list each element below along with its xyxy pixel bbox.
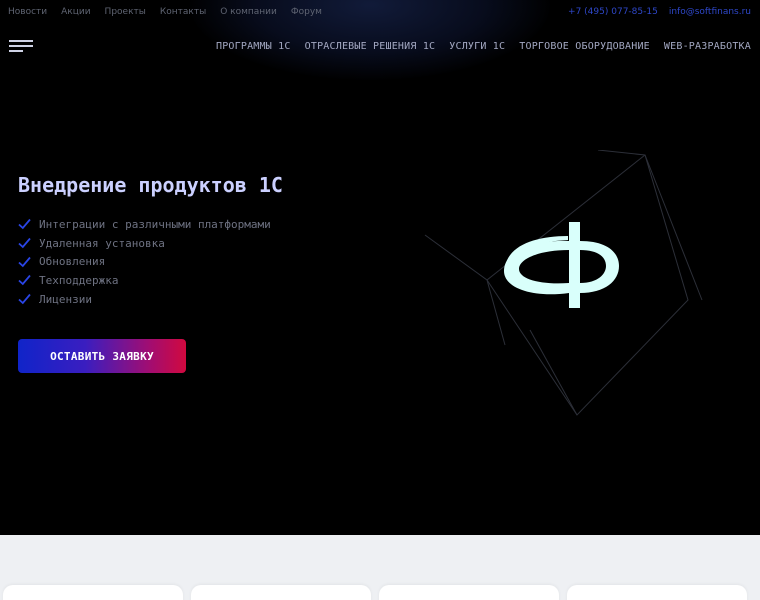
submit-request-button[interactable]: ОСТАВИТЬ ЗАЯВКУ xyxy=(18,339,186,373)
logo-right-arc xyxy=(580,241,619,293)
nav-industry-solutions[interactable]: ОТРАСЛЕВЫЕ РЕШЕНИЯ 1С xyxy=(305,41,436,52)
checkmark-icon xyxy=(18,294,31,305)
email-link[interactable]: info@softfinans.ru xyxy=(669,7,751,17)
hero-section: Новости Акции Проекты Контакты О компани… xyxy=(0,0,760,535)
feature-item: Лицензии xyxy=(18,290,271,309)
nav-trade-equipment[interactable]: ТОРГОВОЕ ОБОРУДОВАНИЕ xyxy=(519,41,650,52)
nav-programs-1c[interactable]: ПРОГРАММЫ 1С xyxy=(216,41,291,52)
service-card[interactable] xyxy=(567,585,747,600)
feature-text: Лицензии xyxy=(39,292,92,306)
service-card[interactable] xyxy=(191,585,371,600)
hero-title: Внедрение продуктов 1С xyxy=(18,173,283,197)
logo-stem xyxy=(569,222,580,308)
topnav-link-news[interactable]: Новости xyxy=(8,7,47,17)
top-navigation: Новости Акции Проекты Контакты О компани… xyxy=(8,7,322,17)
phone-link[interactable]: +7 (495) 077-85-15 xyxy=(568,7,658,17)
feature-list: Интеграции с различными платформами Удал… xyxy=(18,215,271,308)
contact-links: +7 (495) 077-85-15 info@softfinans.ru xyxy=(568,7,751,17)
service-card[interactable] xyxy=(3,585,183,600)
nav-services-1c[interactable]: УСЛУГИ 1С xyxy=(449,41,505,52)
nav-web-development[interactable]: WEB-РАЗРАБОТКА xyxy=(664,41,751,52)
main-navigation: ПРОГРАММЫ 1С ОТРАСЛЕВЫЕ РЕШЕНИЯ 1С УСЛУГ… xyxy=(216,41,751,52)
checkmark-icon xyxy=(18,275,31,286)
checkmark-icon xyxy=(18,256,31,268)
phi-logo-icon xyxy=(504,222,619,308)
topnav-link-forum[interactable]: Форум xyxy=(291,7,322,17)
wireframe-line xyxy=(424,150,689,416)
checkmark-icon xyxy=(18,219,31,230)
hero-illustration xyxy=(424,150,703,416)
hamburger-menu-icon[interactable] xyxy=(9,40,33,52)
menu-line xyxy=(9,50,23,52)
feature-item: Обновления xyxy=(18,252,271,271)
wireframe-line xyxy=(529,329,578,416)
feature-text: Техподдержка xyxy=(39,273,119,287)
feature-text: Интеграции с различными платформами xyxy=(39,217,271,231)
service-card[interactable] xyxy=(379,585,559,600)
topnav-link-projects[interactable]: Проекты xyxy=(105,7,146,17)
checkmark-icon xyxy=(18,237,31,249)
feature-item: Удаленная установка xyxy=(18,234,271,253)
feature-item: Техподдержка xyxy=(18,271,271,290)
wireframe-line xyxy=(486,279,506,346)
topnav-link-contacts[interactable]: Контакты xyxy=(160,7,206,17)
topnav-link-about[interactable]: О компании xyxy=(220,7,277,17)
feature-text: Обновления xyxy=(39,255,106,269)
feature-text: Удаленная установка xyxy=(39,236,165,250)
top-bar: Новости Акции Проекты Контакты О компани… xyxy=(0,0,760,24)
logo-left-swoosh xyxy=(504,240,569,295)
wireframe-line xyxy=(644,154,703,301)
topnav-link-promotions[interactable]: Акции xyxy=(61,7,90,17)
menu-line xyxy=(9,45,33,47)
feature-item: Интеграции с различными платформами xyxy=(18,215,271,234)
lower-section xyxy=(0,535,760,600)
menu-line xyxy=(9,40,33,42)
